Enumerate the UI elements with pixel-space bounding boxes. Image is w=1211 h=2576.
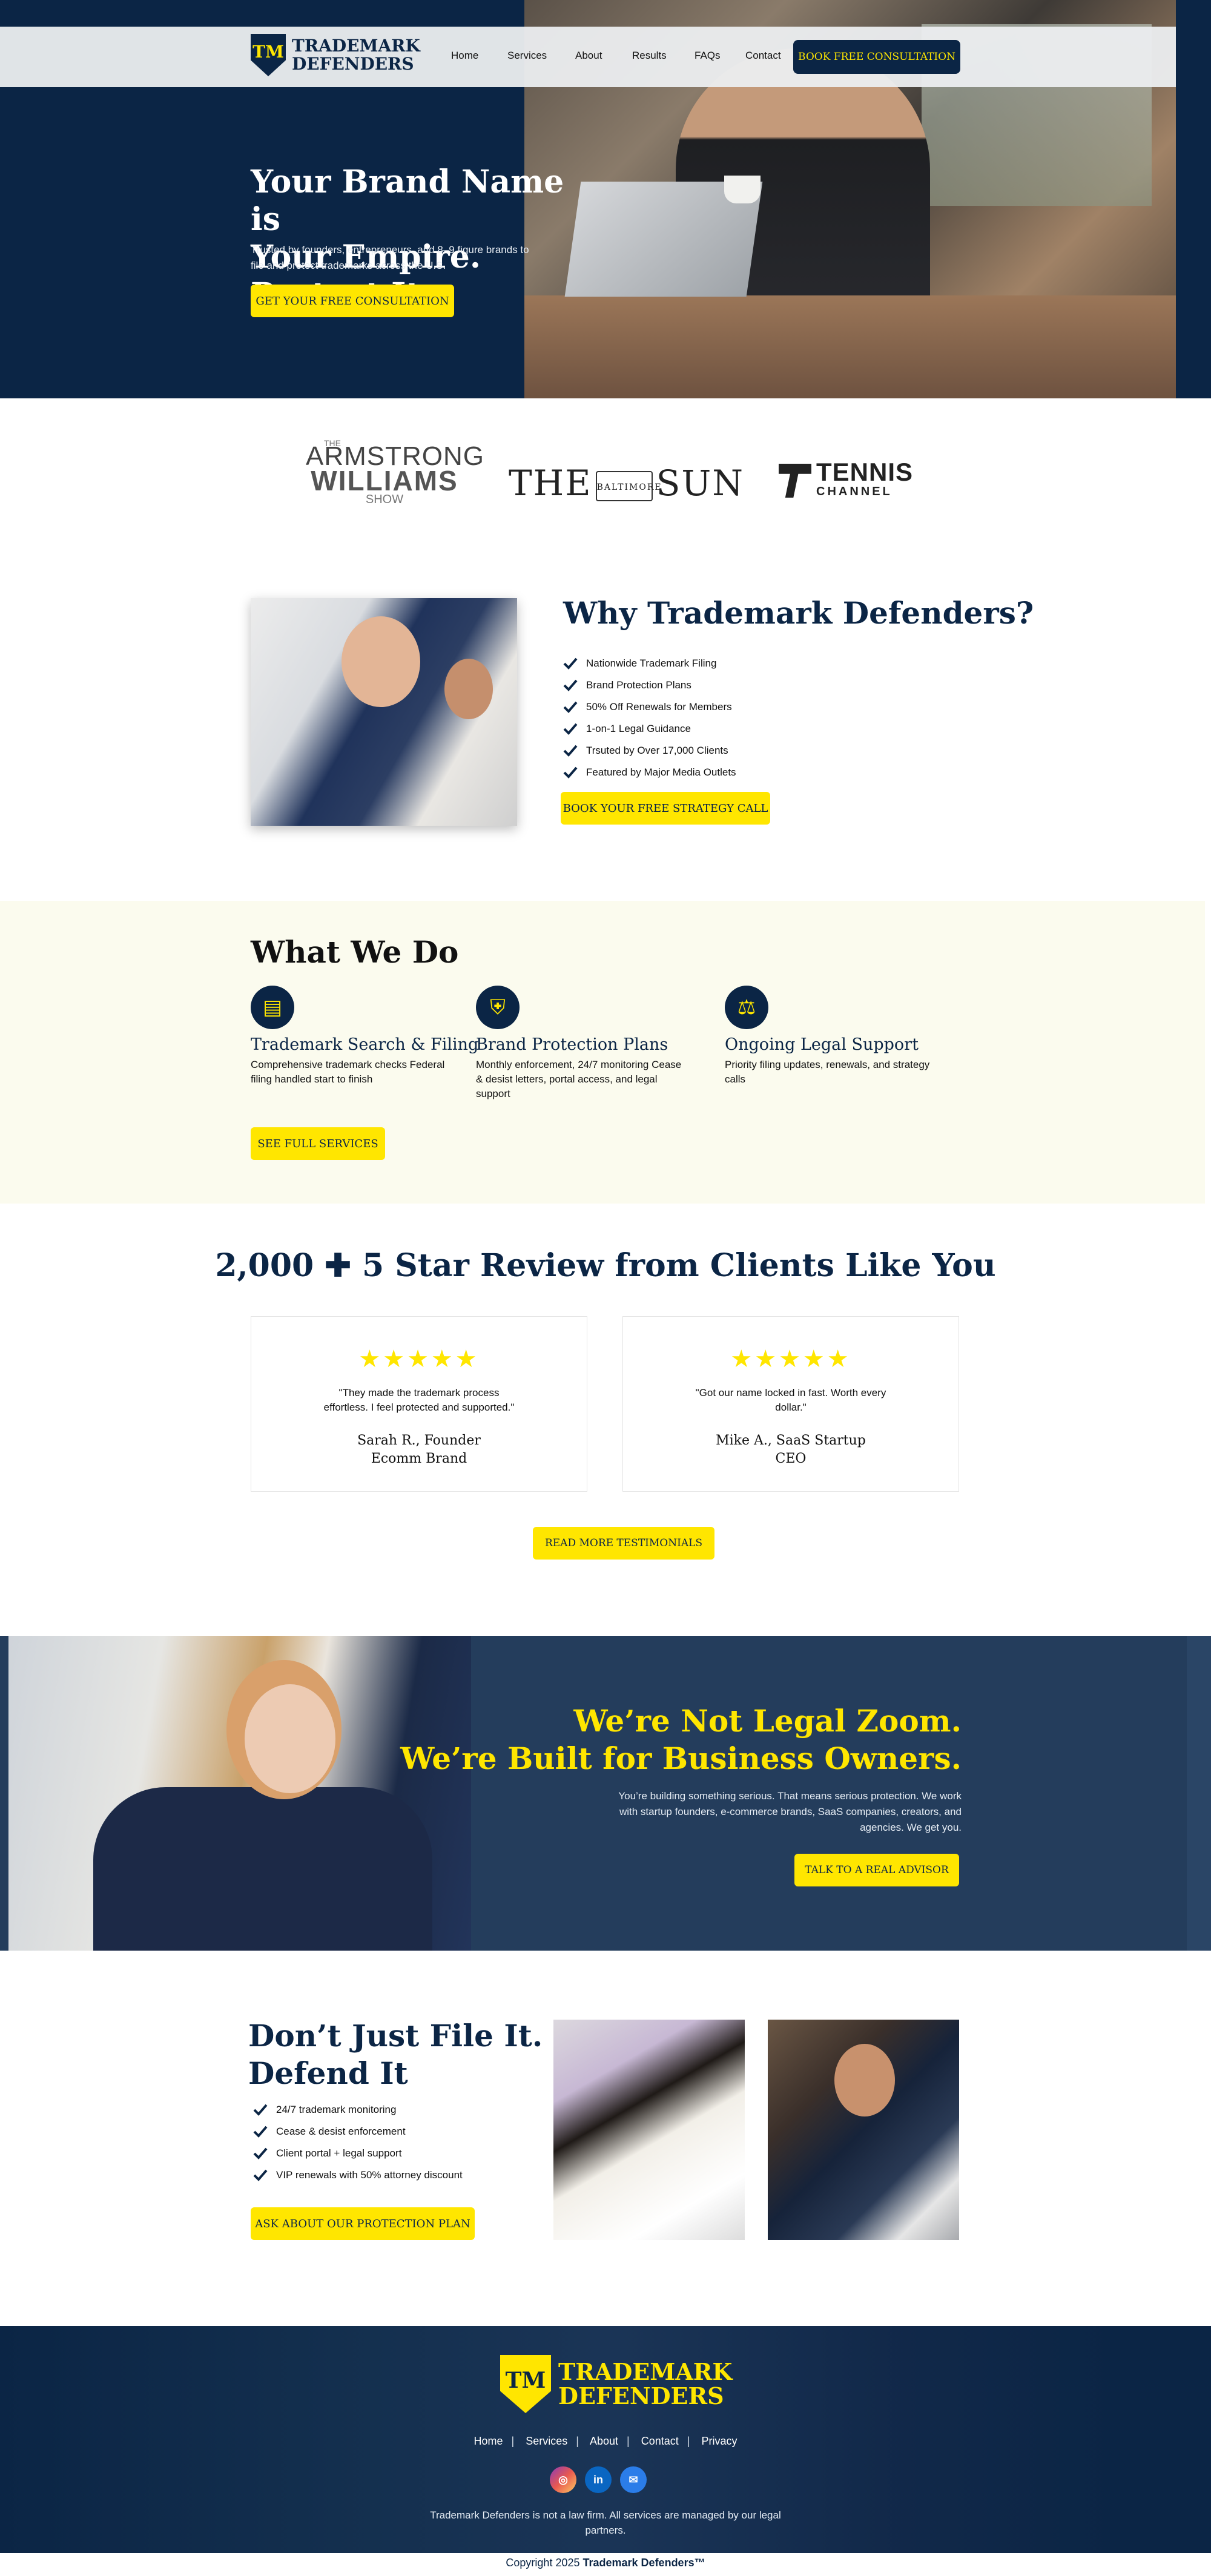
- service-description: Monthly enforcement, 24/7 monitoring Cea…: [476, 1059, 682, 1099]
- baltimore-sun-logo: THE BALTIMORESUN: [509, 463, 744, 504]
- footer-disclaimer: Trademark Defenders is not a law firm. A…: [430, 2509, 781, 2536]
- why-section: Why Trademark Defenders? Nationwide Trad…: [0, 544, 1211, 901]
- zoom-text: You’re building something serious. That …: [618, 1790, 962, 1833]
- hand-scales-icon: ⚖: [725, 986, 768, 1029]
- what-title: What We Do: [251, 934, 459, 970]
- page: TM TRADEMARK DEFENDERS Home Services Abo…: [0, 0, 1211, 2576]
- service-title: Brand Protection Plans: [476, 1035, 668, 1054]
- protection-plan-button[interactable]: ASK ABOUT OUR PROTECTION PLAN: [251, 2207, 475, 2240]
- shield-logo-icon: TM: [500, 2355, 551, 2413]
- checkmark-icon: [563, 656, 578, 671]
- brand-logo[interactable]: TM TRADEMARK DEFENDERS: [251, 34, 420, 76]
- not-legal-zoom-section: We’re Not Legal Zoom. We’re Built for Bu…: [0, 1636, 1211, 1951]
- linkedin-icon[interactable]: in: [585, 2466, 612, 2493]
- list-item: 50% Off Renewals for Members: [563, 696, 736, 718]
- reviews-title: 2,000 ✚ 5 Star Review from Clients Like …: [215, 1247, 996, 1284]
- shield-check-icon: ⛨: [476, 986, 520, 1029]
- review-author: Sarah R., Founder Ecomm Brand: [357, 1433, 481, 1466]
- checkmark-icon: [563, 722, 578, 736]
- list-item: Trsuted by Over 17,000 Clients: [563, 740, 736, 762]
- defend-section: Don’t Just File It. Defend It 24/7 trade…: [0, 1951, 1211, 2326]
- checkmark-icon: [563, 678, 578, 693]
- defend-title: Don’t Just File It. Defend It: [248, 2018, 543, 2091]
- checkmark-icon: [253, 2124, 268, 2139]
- nav-services[interactable]: Services: [507, 50, 547, 62]
- nav-contact[interactable]: Contact: [745, 50, 781, 62]
- read-testimonials-button[interactable]: READ MORE TESTIMONIALS: [533, 1527, 714, 1560]
- list-item: 24/7 trademark monitoring: [253, 2099, 463, 2121]
- list-item: Featured by Major Media Outlets: [563, 762, 736, 783]
- footer: TM TRADEMARK DEFENDERS Home | Services | A…: [0, 2326, 1211, 2553]
- list-item: VIP renewals with 50% attorney discount: [253, 2164, 463, 2186]
- social-links: ◎ in ✉: [550, 2466, 647, 2493]
- armstrong-williams-logo: THE ARMSTRONG WILLIAMS SHOW: [306, 438, 484, 506]
- why-title: Why Trademark Defenders?: [563, 595, 1034, 631]
- nav-faqs[interactable]: FAQs: [695, 50, 721, 62]
- nav-home[interactable]: Home: [451, 50, 478, 62]
- shield-logo-icon: TM: [251, 34, 286, 76]
- see-full-services-button[interactable]: SEE FULL SERVICES: [251, 1127, 385, 1160]
- list-item: Brand Protection Plans: [563, 674, 736, 696]
- review-quote: "Got our name locked in fast. Worth ever…: [695, 1387, 886, 1413]
- footer-logo[interactable]: TM TRADEMARK DEFENDERS: [500, 2355, 732, 2413]
- top-nav: TM TRADEMARK DEFENDERS Home Services Abo…: [0, 27, 1176, 87]
- defend-list: 24/7 trademark monitoring Cease & desist…: [253, 2099, 463, 2186]
- review-card: ★★★★★ "Got our name locked in fast. Wort…: [622, 1316, 959, 1492]
- checkmark-icon: [253, 2103, 268, 2117]
- talk-to-advisor-button[interactable]: TALK TO A REAL ADVISOR: [794, 1854, 959, 1886]
- footer-link-about[interactable]: About: [590, 2435, 618, 2447]
- review-card: ★★★★★ "They made the trademark process e…: [251, 1316, 587, 1492]
- service-title: Ongoing Legal Support: [725, 1035, 919, 1054]
- service-title: Trademark Search & Filing: [251, 1035, 479, 1054]
- service-card: ⛨ Brand Protection Plans Monthly enforce…: [476, 986, 706, 1101]
- nav-about[interactable]: About: [575, 50, 602, 62]
- list-item: Cease & desist enforcement: [253, 2121, 463, 2143]
- media-logos: THE ARMSTRONG WILLIAMS SHOW THE BALTIMORE…: [0, 398, 1211, 544]
- brand-name-line2: DEFENDERS: [292, 54, 414, 74]
- five-stars-icon: ★★★★★: [358, 1346, 480, 1372]
- review-quote: "They made the trademark process effortl…: [323, 1387, 515, 1413]
- book-consultation-button[interactable]: BOOK FREE CONSULTATION: [793, 40, 960, 74]
- trademark-document-icon: ▤: [251, 986, 294, 1029]
- tennis-channel-logo: TENNIS CHANNEL: [779, 460, 913, 500]
- brand-name-line1: TRADEMARK: [292, 36, 420, 56]
- signing-document-photo: [553, 2020, 745, 2240]
- footer-link-privacy[interactable]: Privacy: [701, 2435, 737, 2447]
- instagram-icon[interactable]: ◎: [550, 2466, 576, 2493]
- checkmark-icon: [563, 765, 578, 780]
- service-description: Priority filing updates, renewals, and s…: [725, 1059, 930, 1085]
- review-author: Mike A., SaaS Startup CEO: [716, 1433, 866, 1466]
- footer-link-contact[interactable]: Contact: [641, 2435, 679, 2447]
- service-description: Comprehensive trademark checks Federal f…: [251, 1059, 445, 1085]
- what-we-do-section: What We Do ▤ Trademark Search & Filing C…: [0, 901, 1205, 1204]
- nav-results[interactable]: Results: [632, 50, 667, 62]
- checkmark-icon: [253, 2168, 268, 2182]
- five-stars-icon: ★★★★★: [730, 1346, 851, 1372]
- tennis-t-icon: [779, 464, 811, 498]
- why-photo-lawyers: [251, 598, 517, 826]
- why-list: Nationwide Trademark Filing Brand Protec…: [563, 653, 736, 783]
- strategy-call-button[interactable]: BOOK YOUR FREE STRATEGY CALL: [561, 792, 770, 825]
- reviews-section: 2,000 ✚ 5 Star Review from Clients Like …: [0, 1204, 1211, 1636]
- zoom-title: We’re Not Legal Zoom. We’re Built for Bu…: [400, 1703, 962, 1776]
- list-item: Nationwide Trademark Filing: [563, 653, 736, 674]
- service-card: ⚖ Ongoing Legal Support Priority filing …: [725, 986, 955, 1087]
- checkmark-icon: [253, 2146, 268, 2161]
- service-card: ▤ Trademark Search & Filing Comprehensiv…: [251, 986, 481, 1087]
- free-consultation-button[interactable]: GET YOUR FREE CONSULTATION: [251, 285, 454, 317]
- hero-title-line1: Your Brand Name is: [251, 163, 564, 238]
- list-item: 1-on-1 Legal Guidance: [563, 718, 736, 740]
- footer-link-services[interactable]: Services: [526, 2435, 567, 2447]
- copyright: Copyright 2025 Trademark Defenders™: [506, 2557, 705, 2569]
- lawyer-reading-photo: [768, 2020, 959, 2240]
- email-icon[interactable]: ✉: [620, 2466, 647, 2493]
- list-item: Client portal + legal support: [253, 2143, 463, 2164]
- footer-nav: Home | Services | About | Contact | Privacy: [474, 2435, 737, 2447]
- hero-section: TM TRADEMARK DEFENDERS Home Services Abo…: [0, 0, 1211, 398]
- checkmark-icon: [563, 743, 578, 758]
- footer-link-home[interactable]: Home: [474, 2435, 503, 2447]
- zoom-photo-businesswoman: [8, 1636, 471, 1951]
- checkmark-icon: [563, 700, 578, 714]
- hero-subtitle: Trusted by founders, entrepreneurs, and …: [251, 244, 529, 271]
